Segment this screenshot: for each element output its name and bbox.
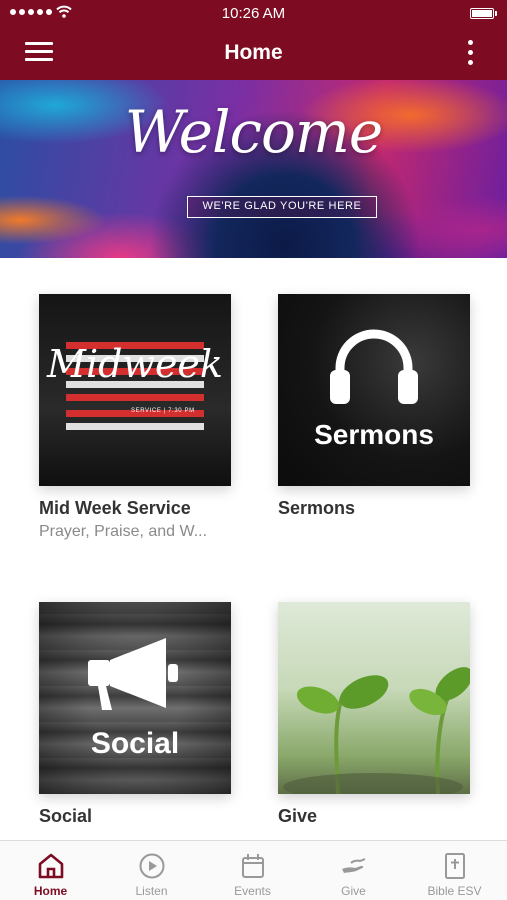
status-time: 10:26 AM: [221, 5, 286, 22]
bible-icon: [445, 853, 465, 879]
seedling-image: [283, 667, 470, 794]
give-hand-icon: [342, 858, 366, 873]
midweek-image-text: Midweek: [47, 342, 223, 386]
give-image: [278, 602, 470, 794]
tab-label: Bible ESV: [427, 884, 482, 898]
tile-title: Social: [39, 806, 93, 826]
tab-label: Listen: [135, 884, 168, 898]
play-icon: [139, 853, 165, 879]
tab-bible-esv[interactable]: Bible ESV: [404, 841, 505, 900]
tab-listen[interactable]: Listen: [101, 841, 202, 900]
megaphone-icon: [88, 638, 178, 710]
tile-title: Give: [278, 806, 318, 826]
tile-mid-week-service[interactable]: Midweek SERVICE | 7:30 PM Mid Week Servi…: [39, 294, 231, 541]
tile-title: Mid Week Service: [39, 498, 191, 518]
midweek-image-info: SERVICE | 7:30 PM: [131, 408, 195, 414]
headphones-icon: [330, 329, 418, 404]
more-options-button[interactable]: [465, 40, 477, 66]
home-icon: [38, 853, 64, 879]
tab-give[interactable]: Give: [303, 841, 404, 900]
tab-label: Give: [341, 884, 366, 898]
app-header: 10:26 AM Home: [0, 0, 507, 80]
social-image: Social: [39, 602, 231, 794]
social-image-text: Social: [90, 727, 180, 760]
sermons-image: Sermons: [278, 294, 470, 486]
status-bar: 10:26 AM: [0, 0, 507, 26]
tab-events[interactable]: Events: [202, 841, 303, 900]
tile-sermons[interactable]: Sermons Sermons: [278, 294, 470, 519]
tile-give[interactable]: Give: [278, 602, 470, 827]
tab-label: Events: [234, 884, 271, 898]
tile-subtitle: Prayer, Praise, and W...: [39, 523, 208, 540]
banner-subtitle: WE'RE GLAD YOU'RE HERE: [187, 196, 377, 218]
welcome-banner[interactable]: Welcome WE'RE GLAD YOU'RE HERE: [0, 80, 507, 258]
bottom-tab-bar: Home Listen Events Give Bible ESV: [0, 840, 507, 900]
calendar-icon: [242, 854, 264, 878]
tile-social[interactable]: Social Social: [39, 602, 231, 827]
tab-home[interactable]: Home: [0, 841, 101, 900]
sermons-image-text: Sermons: [314, 419, 434, 450]
battery-icon: [470, 8, 497, 19]
page-title: Home: [224, 41, 283, 64]
mid-week-image: Midweek SERVICE | 7:30 PM: [39, 294, 231, 486]
tile-title: Sermons: [278, 498, 356, 518]
banner-title: Welcome: [124, 98, 383, 166]
tab-label: Home: [33, 884, 68, 898]
